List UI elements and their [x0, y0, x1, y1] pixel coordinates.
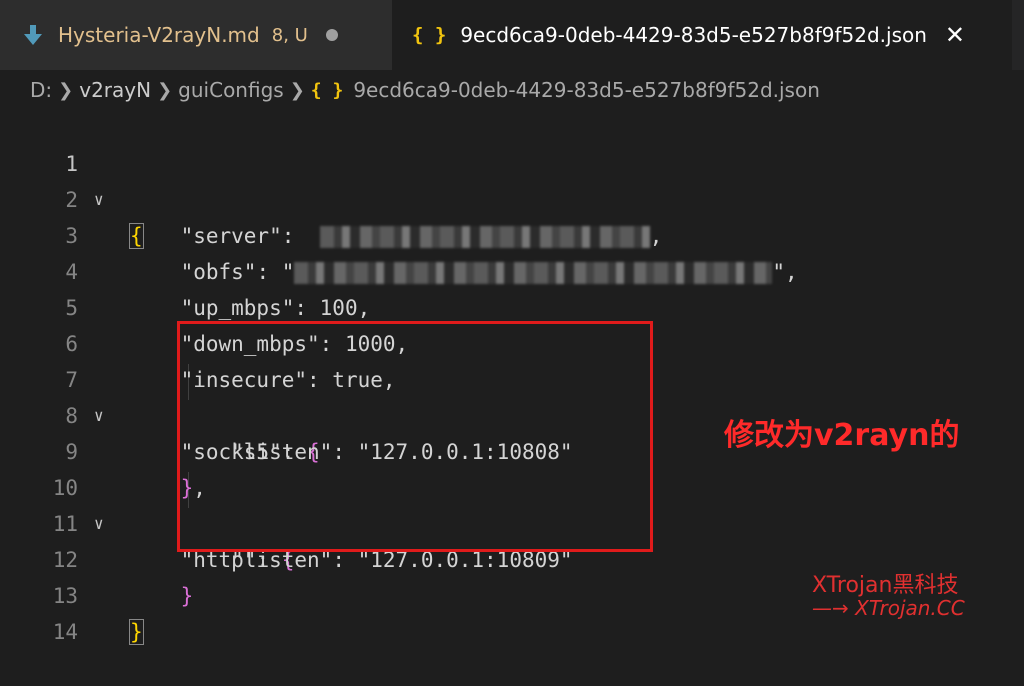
tab-status-badge: 8, U — [271, 24, 308, 46]
code-line: 12 } — [0, 506, 1024, 608]
close-icon[interactable]: ✕ — [945, 21, 965, 49]
breadcrumb-guiconfigs[interactable]: guiConfigs — [178, 78, 284, 102]
code-editor[interactable]: 1 ∨ { 2 "server": , 3 "obfs": " ", 4 "up_… — [0, 110, 1024, 645]
breadcrumb-drive[interactable]: D: — [30, 78, 52, 102]
annotation-text: 修改为v2rayn的 — [724, 418, 960, 453]
download-arrow-icon — [24, 23, 42, 47]
breadcrumb: D: ❯ v2rayN ❯ guiConfigs ❯ { } 9ecd6ca9-… — [0, 70, 1024, 110]
code-line: 3 "obfs": " ", — [0, 182, 1024, 284]
tab-title: Hysteria-V2rayN.md — [58, 23, 260, 47]
code-line: 8 "listen": "127.0.0.1:10808" — [0, 362, 1024, 464]
watermark-url: —→ XTrojan.CC — [812, 596, 965, 620]
code-line: 11 "listen": "127.0.0.1:10809" — [0, 470, 1024, 572]
json-braces-icon: { } — [412, 24, 447, 46]
breadcrumb-v2rayn[interactable]: v2rayN — [79, 78, 151, 102]
unsaved-dot-icon[interactable] — [325, 29, 338, 41]
brace: } — [129, 619, 144, 645]
json-braces-icon: { } — [310, 79, 344, 101]
tab-hysteria-md[interactable]: Hysteria-V2rayN.md 8, U — [0, 0, 392, 70]
code-line: 5 "down_mbps": 1000, — [0, 254, 1024, 356]
code-line: 7 ∨ "socks5": { — [0, 326, 1024, 464]
tab-title: 9ecd6ca9-0deb-4429-83d5-e527b8f9f52d.jso… — [460, 23, 927, 47]
watermark-text: XTrojan黑科技 — [812, 573, 959, 598]
line-number: 14 — [52, 620, 78, 644]
code-line: 4 "up_mbps": 100, — [0, 218, 1024, 320]
code-line: 2 "server": , — [0, 146, 1024, 248]
breadcrumb-file[interactable]: 9ecd6ca9-0deb-4429-83d5-e527b8f9f52d.jso… — [353, 78, 820, 102]
code-line: 6 "insecure": true, — [0, 290, 1024, 392]
tab-bar: Hysteria-V2rayN.md 8, U { } 9ecd6ca9-0de… — [0, 0, 1024, 70]
tab-json-file[interactable]: { } 9ecd6ca9-0deb-4429-83d5-e527b8f9f52d… — [392, 0, 1012, 70]
chevron-right-icon: ❯ — [157, 79, 173, 101]
chevron-right-icon: ❯ — [58, 79, 74, 101]
chevron-right-icon: ❯ — [289, 79, 305, 101]
code-line: 1 ∨ { — [0, 110, 1024, 249]
